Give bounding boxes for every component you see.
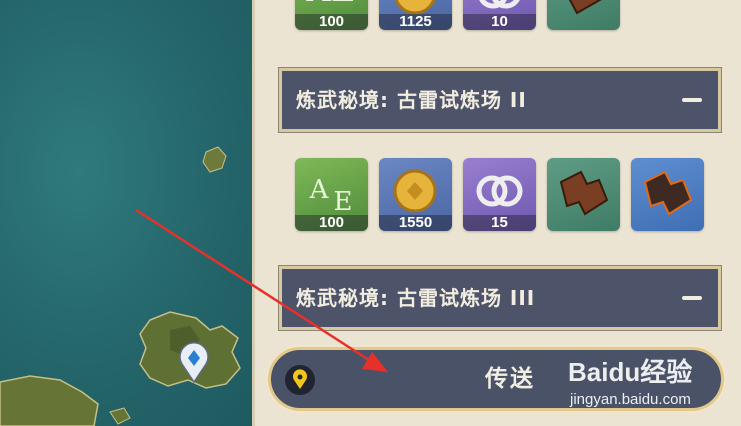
domain-header-ii[interactable]: 炼武秘境: 古雷试炼场 II — [278, 67, 722, 133]
domain-title: 炼武秘境: 古雷试炼场 II — [296, 88, 527, 112]
companionship-exp-icon[interactable]: 10 — [463, 0, 536, 30]
companionship-exp-icon[interactable]: 15 — [463, 158, 536, 231]
reward-row-top: AE 100 1125 10 — [295, 0, 620, 30]
exp-book-icon[interactable]: A E 100 — [295, 158, 368, 231]
teleport-label: 传送 — [485, 366, 535, 392]
svg-text:AE: AE — [305, 0, 355, 10]
collapse-icon[interactable] — [682, 98, 702, 102]
weapon-material-icon[interactable] — [547, 158, 620, 231]
collapse-icon[interactable] — [682, 296, 702, 300]
waypoint-icon[interactable] — [178, 338, 210, 384]
reward-count: 1125 — [379, 14, 452, 30]
domain-title: 炼武秘境: 古雷试炼场 III — [296, 286, 536, 310]
location-pin-icon — [285, 365, 315, 395]
watermark-brand: Baidu经验 — [568, 357, 693, 387]
reward-count: 100 — [295, 215, 368, 231]
exp-book-icon[interactable]: AE 100 — [295, 0, 368, 30]
weapon-material-rare-icon[interactable] — [631, 158, 704, 231]
watermark-url: jingyan.baidu.com — [570, 391, 691, 408]
mora-coin-icon[interactable]: 1125 — [379, 0, 452, 30]
world-map[interactable] — [0, 0, 262, 426]
svg-text:E: E — [334, 187, 353, 217]
reward-count: 100 — [295, 14, 368, 30]
weapon-material-icon[interactable] — [547, 0, 620, 30]
mora-coin-icon[interactable]: 1550 — [379, 158, 452, 231]
reward-count: 15 — [463, 215, 536, 231]
reward-count: 1550 — [379, 215, 452, 231]
reward-row-ii: A E 100 1550 15 — [295, 158, 704, 231]
reward-count: 10 — [463, 14, 536, 30]
domain-header-iii[interactable]: 炼武秘境: 古雷试炼场 III — [278, 265, 722, 331]
svg-text:A: A — [309, 175, 330, 205]
watermark: Baidu经验 jingyan.baidu.com — [568, 352, 692, 408]
